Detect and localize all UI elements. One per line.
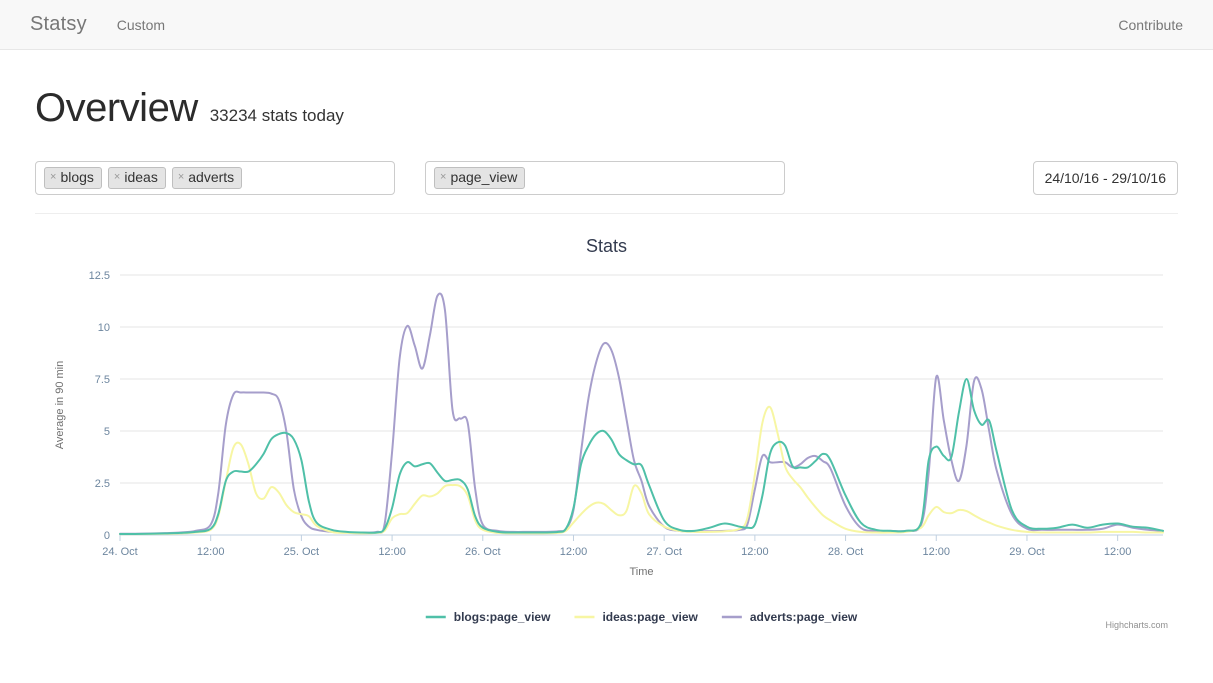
series-line-blogs[interactable] bbox=[120, 379, 1163, 534]
x-axis-tick-label: 29. Oct bbox=[1009, 546, 1044, 558]
legend-label: ideas:page_view bbox=[602, 610, 698, 624]
x-axis-tick-label: 25. Oct bbox=[284, 546, 319, 558]
metrics-token-input[interactable]: × page_view bbox=[425, 161, 785, 195]
navbar-left: Statsy Custom bbox=[15, 13, 180, 36]
sources-token-input[interactable]: × blogs × ideas × adverts bbox=[35, 161, 395, 195]
remove-token-icon[interactable]: × bbox=[114, 172, 120, 183]
token-label: page_view bbox=[450, 170, 517, 185]
remove-token-icon[interactable]: × bbox=[50, 172, 56, 183]
navbar-right: Contribute bbox=[1103, 17, 1198, 33]
x-axis-tick-label: 12:00 bbox=[378, 546, 406, 558]
y-axis-tick-label: 7.5 bbox=[95, 374, 110, 386]
token-page-view[interactable]: × page_view bbox=[434, 167, 525, 189]
token-adverts[interactable]: × adverts bbox=[172, 167, 242, 189]
token-label: adverts bbox=[188, 170, 234, 185]
x-axis-tick-label: 12:00 bbox=[922, 546, 950, 558]
filter-row: × blogs × ideas × adverts × page_view 24… bbox=[35, 161, 1178, 195]
series-line-adverts[interactable] bbox=[120, 293, 1163, 533]
date-range-picker[interactable]: 24/10/16 - 29/10/16 bbox=[1033, 161, 1178, 195]
page-subtitle: 33234 stats today bbox=[210, 106, 344, 126]
token-ideas[interactable]: × ideas bbox=[108, 167, 166, 189]
page-title: Overview bbox=[35, 86, 198, 131]
section-divider bbox=[35, 213, 1178, 214]
token-label: blogs bbox=[60, 170, 93, 185]
token-blogs[interactable]: × blogs bbox=[44, 167, 102, 189]
series-line-ideas[interactable] bbox=[120, 407, 1163, 534]
y-axis-tick-label: 2.5 bbox=[95, 478, 110, 490]
x-axis-tick-label: 28. Oct bbox=[828, 546, 863, 558]
chart-title: Stats bbox=[35, 228, 1178, 257]
y-axis-tick-label: 10 bbox=[98, 322, 110, 334]
legend-item-adverts[interactable]: adverts:page_view bbox=[722, 610, 858, 624]
highcharts-credit[interactable]: Highcharts.com bbox=[1105, 620, 1168, 630]
x-axis-tick-label: 12:00 bbox=[560, 546, 588, 558]
x-axis-tick-label: 24. Oct bbox=[102, 546, 137, 558]
legend-item-ideas[interactable]: ideas:page_view bbox=[574, 610, 698, 624]
remove-token-icon[interactable]: × bbox=[440, 172, 446, 183]
page-container: Overview 33234 stats today × blogs × ide… bbox=[0, 86, 1213, 628]
brand-logo[interactable]: Statsy bbox=[15, 13, 102, 36]
page-header: Overview 33234 stats today bbox=[35, 86, 1178, 131]
navbar: Statsy Custom Contribute bbox=[0, 0, 1213, 50]
chart-canvas[interactable]: 0 2.5 5 7.5 10 12.5 24. Oct 12:00 25. Oct 12:00 26… bbox=[35, 257, 1178, 637]
x-axis-tick-label: 12:00 bbox=[1104, 546, 1132, 558]
legend-item-blogs[interactable]: blogs:page_view bbox=[426, 610, 551, 624]
nav-link-custom[interactable]: Custom bbox=[102, 17, 180, 33]
y-axis-tick-label: 5 bbox=[104, 426, 110, 438]
x-axis-title: Time bbox=[629, 566, 653, 578]
y-axis-tick-label: 12.5 bbox=[89, 270, 110, 282]
y-axis-title: Average in 90 min bbox=[54, 361, 66, 449]
x-axis-tick-label: 27. Oct bbox=[646, 546, 681, 558]
stats-chart: Stats 0 2.5 5 7.5 10 12.5 24. Oct 12:00 25. Oct 1… bbox=[35, 228, 1178, 628]
legend-label: blogs:page_view bbox=[454, 610, 551, 624]
x-axis-tick-label: 26. Oct bbox=[465, 546, 500, 558]
remove-token-icon[interactable]: × bbox=[178, 172, 184, 183]
legend-label: adverts:page_view bbox=[750, 610, 858, 624]
token-label: ideas bbox=[124, 170, 157, 185]
y-axis-tick-label: 0 bbox=[104, 530, 110, 542]
nav-link-contribute[interactable]: Contribute bbox=[1103, 17, 1198, 33]
x-axis-tick-label: 12:00 bbox=[197, 546, 225, 558]
x-axis-tick-label: 12:00 bbox=[741, 546, 769, 558]
